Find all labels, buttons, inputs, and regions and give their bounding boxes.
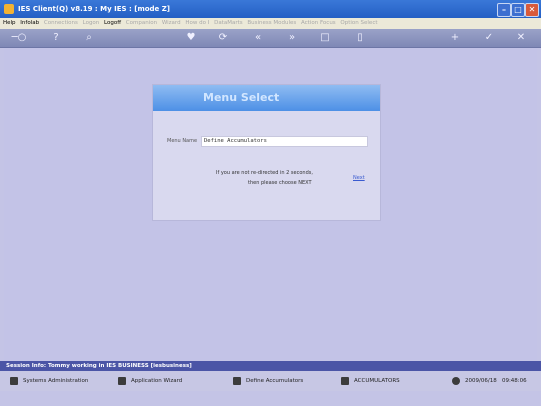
accumulators-icon — [233, 376, 241, 385]
menu-select-dialog: Menu Select — [152, 84, 381, 221]
close-icon[interactable]: ✕ — [514, 31, 528, 45]
document-icon[interactable]: ▯ — [353, 31, 367, 45]
add-icon[interactable]: + — [448, 31, 462, 45]
dialog-header: Menu Select — [153, 85, 380, 111]
window-title: IES Client(Q) v8.19 : My IES : [mode Z] — [18, 5, 171, 13]
task-label: Systems Administration — [23, 378, 89, 384]
clock-icon — [452, 376, 460, 385]
menu-logoff[interactable]: Logoff — [104, 20, 121, 26]
function-icon — [341, 376, 349, 385]
menu-logon[interactable]: Logon — [83, 20, 100, 26]
wizard-icon — [118, 376, 126, 385]
heart-icon[interactable]: ♥ — [184, 31, 198, 45]
dialog-title: Menu Select — [203, 91, 280, 104]
task-define-accumulators[interactable]: Define Accumulators — [233, 371, 303, 391]
title-bar[interactable]: IES Client(Q) v8.19 : My IES : [mode Z] … — [0, 0, 541, 18]
back-icon[interactable]: « — [251, 31, 265, 45]
taskbar: Systems Administration Application Wizar… — [0, 371, 541, 391]
close-window-button[interactable]: ✕ — [525, 3, 539, 17]
menu-name-field[interactable]: Define Accumulators — [201, 136, 368, 147]
redirect-message-line1: If you are not re-directed in 2 seconds, — [216, 170, 313, 176]
menu-wizard[interactable]: Wizard — [162, 20, 181, 26]
task-label: Define Accumulators — [246, 378, 304, 384]
menu-bar: Help Infolab Connections Logon Logoff Co… — [0, 18, 541, 29]
toolbar: ─○ ? ⌕ ♥ ⟳ « » □ ▯ + ✓ ✕ — [0, 29, 541, 48]
session-info-text: Session Info: Tommy working in IES BUSIN… — [6, 363, 192, 369]
bottom-strip — [0, 391, 541, 406]
forward-icon[interactable]: » — [285, 31, 299, 45]
key-icon[interactable]: ─○ — [8, 31, 30, 45]
date-text: 2009/06/18 — [465, 378, 497, 384]
task-application-wizard[interactable]: Application Wizard — [118, 371, 182, 391]
help-icon[interactable]: ? — [49, 31, 63, 45]
task-systems-administration[interactable]: Systems Administration — [10, 371, 88, 391]
minimize-button[interactable]: – — [497, 3, 511, 17]
redirect-message-line2: then please choose NEXT — [248, 180, 312, 186]
menu-help[interactable]: Help — [3, 20, 16, 26]
check-icon[interactable]: ✓ — [482, 31, 496, 45]
task-label: Application Wizard — [131, 378, 183, 384]
admin-icon — [10, 376, 18, 385]
search-icon[interactable]: ⌕ — [82, 31, 96, 45]
menu-business-modules[interactable]: Business Modules — [247, 20, 296, 26]
menu-option-select[interactable]: Option Select — [340, 20, 377, 26]
app-window: IES Client(Q) v8.19 : My IES : [mode Z] … — [0, 0, 541, 406]
task-accumulators[interactable]: ACCUMULATORS — [341, 371, 400, 391]
app-icon — [4, 4, 14, 14]
menu-action-focus[interactable]: Action Focus — [301, 20, 336, 26]
menu-connections[interactable]: Connections — [44, 20, 78, 26]
maximize-button[interactable]: □ — [511, 3, 525, 17]
menu-name-label: Menu Name — [167, 138, 198, 144]
menu-infolab[interactable]: Infolab — [20, 20, 39, 26]
time-text: 09:48:06 — [501, 378, 527, 384]
next-link[interactable]: Next — [353, 175, 365, 181]
refresh-icon[interactable]: ⟳ — [216, 31, 230, 45]
task-label: ACCUMULATORS — [354, 378, 400, 384]
clock-area: 2009/06/18 09:48:06 — [452, 371, 527, 391]
menu-how-do-i[interactable]: How do I — [185, 20, 209, 26]
session-info-bar: Session Info: Tommy working in IES BUSIN… — [0, 361, 541, 371]
menu-datamarts[interactable]: DataMarts — [214, 20, 243, 26]
menu-companion[interactable]: Companion — [126, 20, 157, 26]
window-icon[interactable]: □ — [318, 31, 332, 45]
